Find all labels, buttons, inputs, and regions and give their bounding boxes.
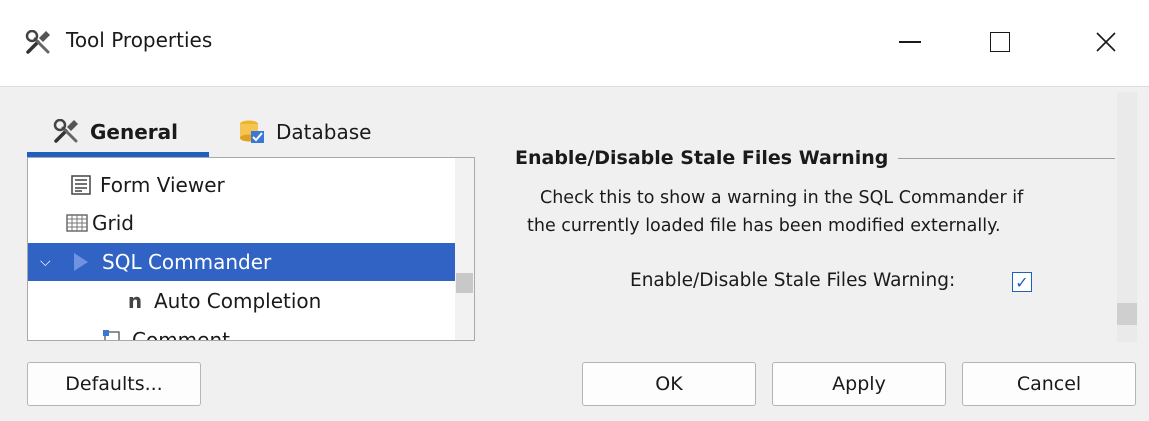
settings-tree[interactable]: Form Viewer Grid ⌵ SQL Commander n Auto …	[27, 157, 475, 341]
tools-icon	[53, 119, 78, 143]
title-bar[interactable]: Tool Properties	[0, 0, 1149, 87]
section-header: Enable/Disable Stale Files Warning	[515, 143, 1115, 173]
defaults-button[interactable]: Defaults...	[27, 362, 201, 406]
tree-item-label: Form Viewer	[100, 173, 225, 197]
apply-button[interactable]: Apply	[772, 362, 946, 406]
section-title: Enable/Disable Stale Files Warning	[515, 147, 889, 169]
tree-item-comment[interactable]: Comment	[28, 321, 456, 341]
n-icon: n	[127, 289, 143, 313]
tree-item-label: Auto Completion	[154, 289, 322, 313]
tree-item-label: Grid	[92, 211, 134, 235]
tab-general-label: General	[90, 120, 178, 144]
tab-general[interactable]: General	[52, 112, 178, 152]
tree-scrollbar[interactable]	[455, 158, 474, 340]
tools-icon	[25, 30, 50, 54]
cancel-button[interactable]: Cancel	[962, 362, 1136, 406]
form-icon	[71, 175, 91, 195]
section-divider	[898, 157, 1115, 159]
maximize-button[interactable]	[970, 18, 1030, 66]
panel-scrollbar-thumb[interactable]	[1117, 303, 1137, 325]
tool-properties-window: Tool Properties General Database Form Vi…	[0, 0, 1149, 421]
stale-files-warning-label: Enable/Disable Stale Files Warning:	[630, 270, 956, 291]
stale-files-warning-checkbox[interactable]: ✓	[1012, 272, 1032, 292]
tree-item-form-viewer[interactable]: Form Viewer	[28, 166, 456, 204]
database-icon	[240, 120, 264, 143]
grid-icon	[66, 214, 88, 232]
tree-item-auto-completion[interactable]: n Auto Completion	[28, 282, 456, 320]
chevron-down-icon[interactable]: ⌵	[40, 254, 51, 270]
maximize-icon	[990, 32, 1010, 52]
tree-item-sql-commander[interactable]: ⌵ SQL Commander	[28, 243, 456, 281]
tab-database-label: Database	[276, 120, 372, 144]
check-icon: ✓	[1015, 272, 1029, 292]
tree-item-label: Comment	[132, 328, 230, 341]
close-button[interactable]	[1076, 18, 1136, 66]
window-title: Tool Properties	[66, 28, 213, 52]
comment-icon	[103, 330, 120, 340]
tab-database[interactable]: Database	[238, 112, 371, 152]
section-description-line1: Check this to show a warning in the SQL …	[540, 188, 1024, 208]
tree-item-grid[interactable]: Grid	[28, 204, 456, 242]
ok-button[interactable]: OK	[582, 362, 756, 406]
sql-commander-icon	[74, 253, 88, 271]
tree-item-label: SQL Commander	[102, 250, 272, 274]
close-icon	[1096, 32, 1116, 52]
section-description-line2: the currently loaded file has been modif…	[527, 216, 1001, 236]
minimize-icon	[899, 41, 921, 43]
minimize-button[interactable]	[880, 18, 940, 66]
tree-scrollbar-thumb[interactable]	[456, 273, 473, 293]
